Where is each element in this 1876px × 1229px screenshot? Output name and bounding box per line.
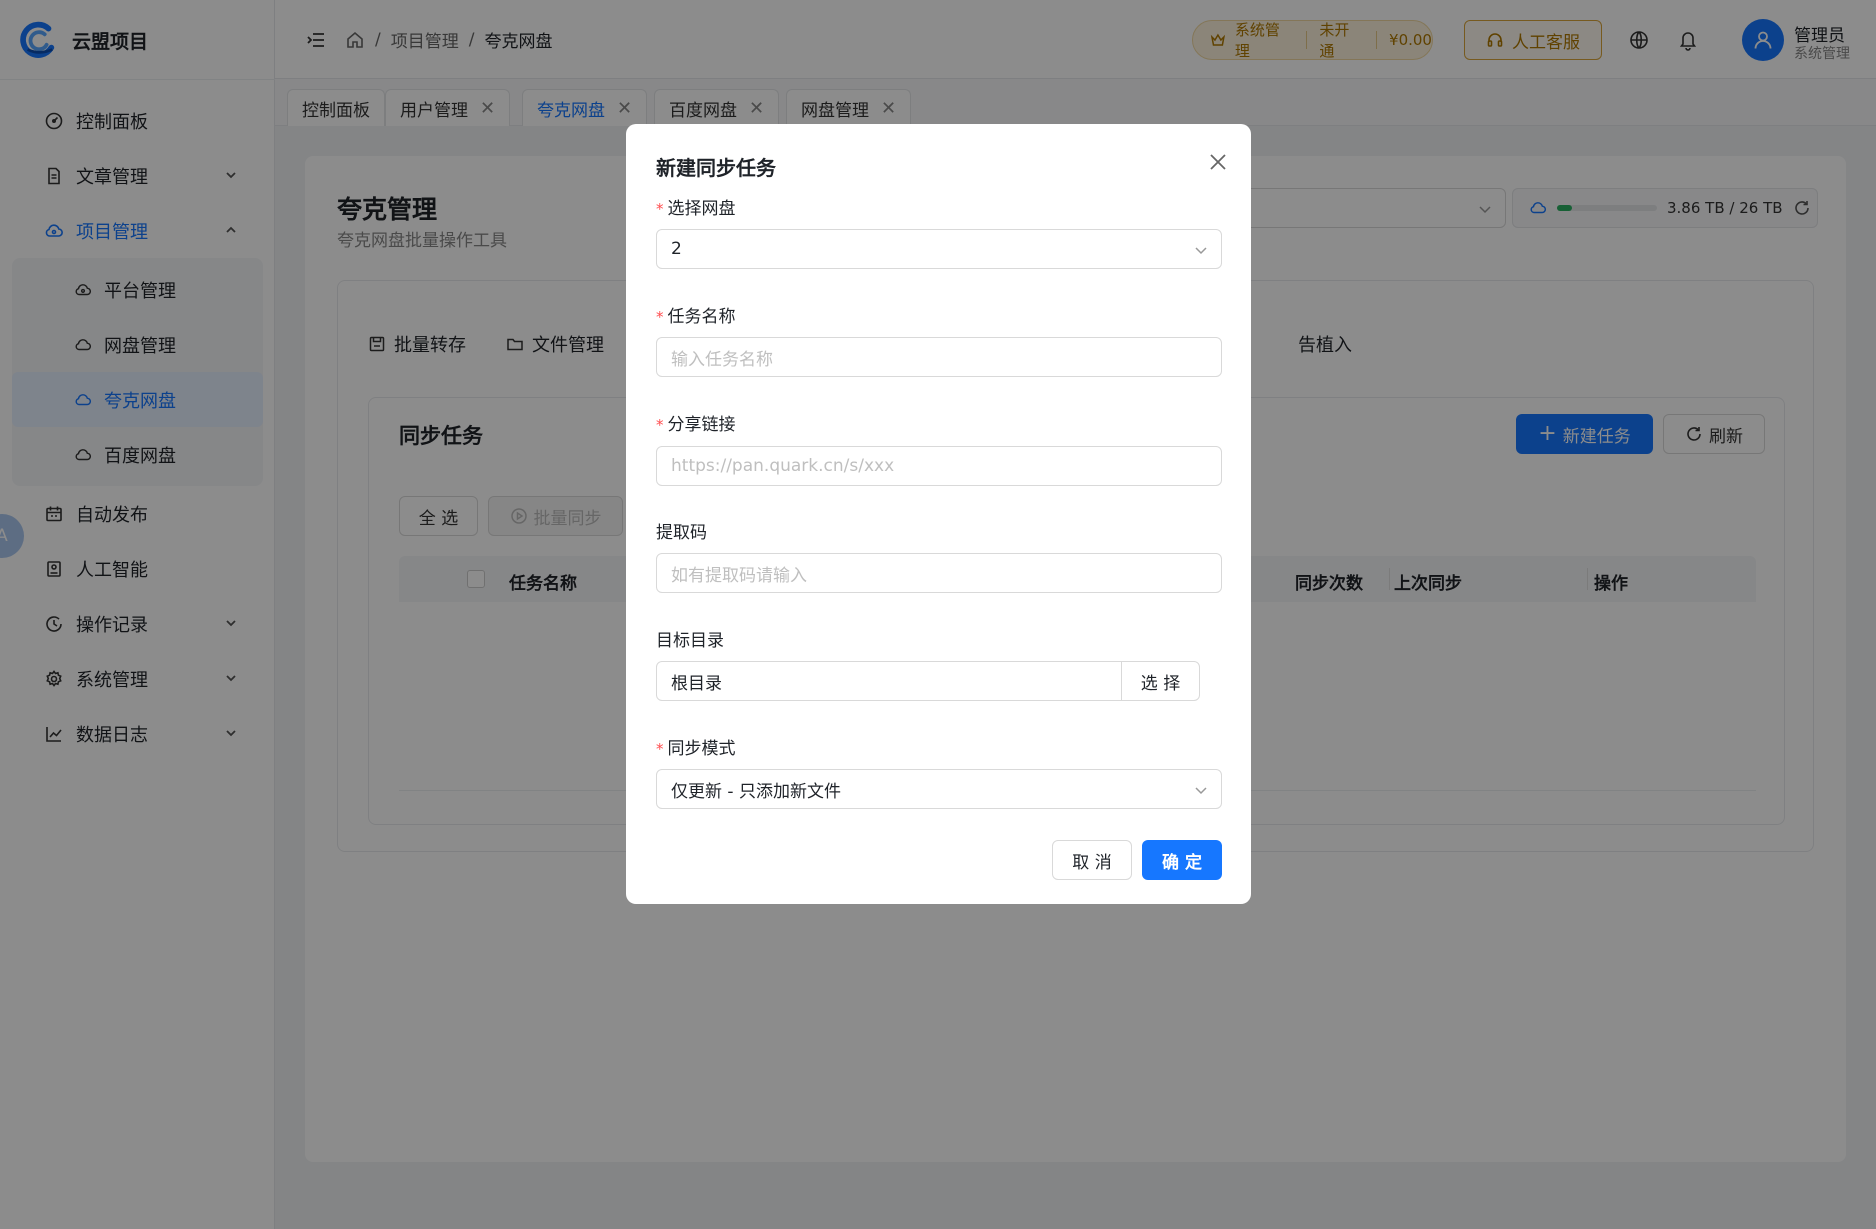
sync-mode-value: 仅更新 - 只添加新文件	[671, 781, 841, 802]
share-link-input[interactable]: https://pan.quark.cn/s/xxx	[656, 446, 1222, 486]
field-label-share-link: * 分享链接	[656, 410, 736, 435]
disk-select-value: 2	[671, 239, 682, 259]
confirm-button[interactable]: 确 定	[1142, 840, 1222, 880]
field-label-task-name: * 任务名称	[656, 302, 736, 327]
field-label-text: 分享链接	[667, 415, 736, 435]
field-label-disk: * 选择网盘	[656, 194, 736, 219]
modal-title: 新建同步任务	[656, 156, 776, 180]
required-mark: *	[656, 200, 664, 218]
disk-select[interactable]: 2	[656, 229, 1222, 269]
field-label-text: 同步模式	[667, 739, 736, 759]
chevron-down-icon	[1195, 787, 1207, 795]
extract-code-input[interactable]: 如有提取码请输入	[656, 553, 1222, 593]
choose-dir-button[interactable]: 选 择	[1121, 661, 1200, 701]
field-label-extract-code: 提取码	[656, 523, 707, 543]
close-icon[interactable]	[1206, 150, 1230, 174]
required-mark: *	[656, 740, 664, 758]
new-sync-task-modal: 新建同步任务 * 选择网盘 2 * 任务名称 输入任务名称 * 分享链接 https:…	[626, 124, 1251, 904]
field-label-sync-mode: * 同步模式	[656, 734, 736, 759]
field-label-target-dir: 目标目录	[656, 631, 724, 651]
required-mark: *	[656, 308, 664, 326]
required-mark: *	[656, 416, 664, 434]
chevron-down-icon	[1195, 247, 1207, 255]
task-name-input[interactable]: 输入任务名称	[656, 337, 1222, 377]
cancel-button[interactable]: 取 消	[1052, 840, 1132, 880]
target-dir-input[interactable]: 根目录	[656, 661, 1122, 701]
sync-mode-select[interactable]: 仅更新 - 只添加新文件	[656, 769, 1222, 809]
field-label-text: 任务名称	[667, 307, 736, 327]
field-label-text: 选择网盘	[667, 199, 736, 219]
